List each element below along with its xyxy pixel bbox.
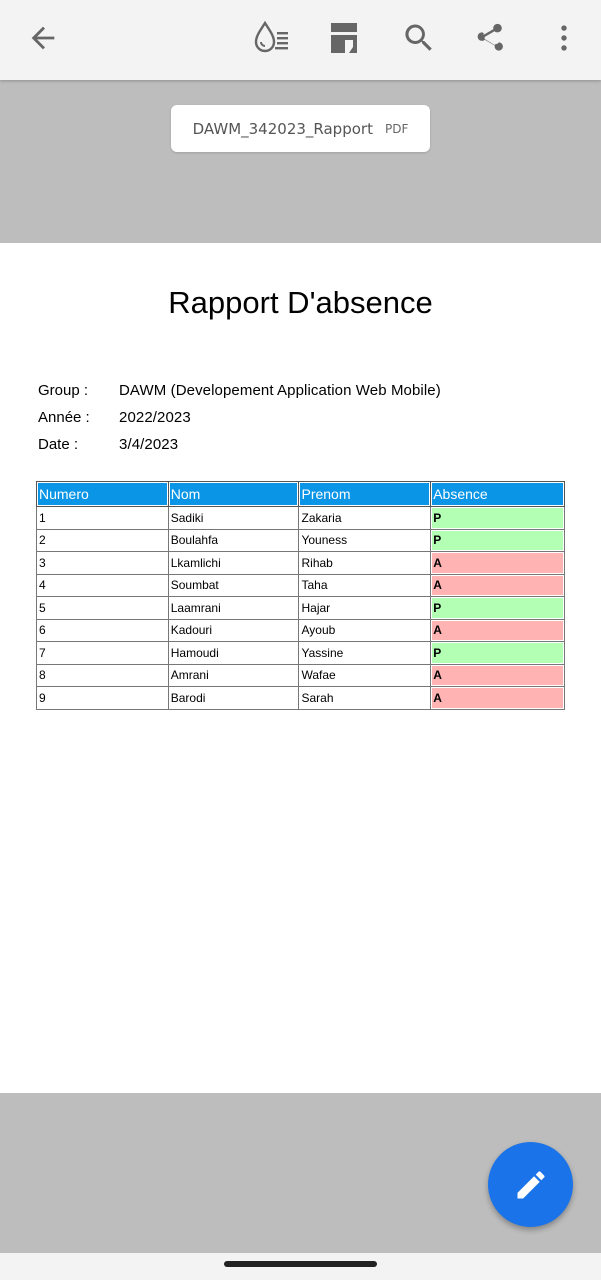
meta-value: 3/4/2023 (119, 436, 179, 453)
table-row: 9 Barodi Sarah A (36, 686, 565, 710)
table-cell: Sadiki (167, 506, 300, 530)
file-name: DAWM_342023_Rapport (192, 119, 373, 138)
table-cell: 8 (36, 663, 169, 687)
document-icon[interactable] (324, 18, 364, 58)
column-header: Numero (36, 481, 169, 507)
meta-label: Group : (38, 382, 89, 399)
absence-status-cell: A (430, 663, 565, 687)
table-cell: Sarah (298, 686, 432, 710)
search-icon[interactable] (399, 18, 439, 58)
table-cell: Taha (298, 573, 432, 597)
liquid-mode-icon[interactable] (251, 18, 291, 58)
column-header: Prenom (298, 481, 432, 507)
meta-label: Date : (38, 436, 79, 453)
table-row: 1 Sadiki Zakaria P (36, 506, 565, 530)
table-cell: 3 (36, 551, 169, 575)
table-cell: Kadouri (167, 618, 300, 642)
table-row: 4 Soumbat Taha A (36, 573, 565, 597)
table-row: 5 Laamrani Hajar P (36, 596, 565, 620)
table-row: 2 Boulahfa Youness P (36, 528, 565, 552)
table-cell: Hamoudi (167, 641, 300, 665)
absence-status-cell: P (430, 596, 565, 620)
table-row: 6 Kadouri Ayoub A (36, 618, 565, 642)
table-cell: 4 (36, 573, 169, 597)
meta-value: 2022/2023 (119, 409, 191, 426)
table-cell: Wafae (298, 663, 432, 687)
table-cell: 7 (36, 641, 169, 665)
table-cell: Yassine (298, 641, 432, 665)
file-type-label: PDF (384, 121, 409, 136)
table-row: 8 Amrani Wafae A (36, 663, 565, 687)
table-cell: Rihab (298, 551, 432, 575)
document-title: Rapport D'absence (168, 285, 433, 320)
table-cell: Youness (298, 528, 432, 552)
edit-fab-button[interactable] (488, 1142, 573, 1227)
table-cell: Soumbat (167, 573, 300, 597)
file-name-chip[interactable]: DAWM_342023_Rapport PDF (171, 105, 430, 152)
column-header: Nom (167, 481, 300, 507)
more-vert-icon[interactable] (544, 18, 584, 58)
meta-value: DAWM (Developement Application Web Mobil… (119, 382, 441, 399)
table-cell: Ayoub (298, 618, 432, 642)
absence-table: Numero Nom Prenom Absence 1 Sadiki Zakaria… (36, 481, 565, 710)
table-row: 7 Hamoudi Yassine P (36, 641, 565, 665)
table-row: 3 Lkamlichi Rihab A (36, 551, 565, 575)
share-icon[interactable] (469, 18, 509, 58)
top-toolbar (0, 0, 601, 80)
table-cell: Barodi (167, 686, 300, 710)
meta-label: Année : (38, 409, 90, 426)
table-cell: Laamrani (167, 596, 300, 620)
table-cell: Zakaria (298, 506, 432, 530)
table-cell: Lkamlichi (167, 551, 300, 575)
pencil-icon (517, 1170, 544, 1198)
table-header-row: Numero Nom Prenom Absence (36, 481, 565, 507)
back-arrow-icon[interactable] (23, 18, 63, 58)
table-cell: 6 (36, 618, 169, 642)
absence-status-cell: A (430, 686, 565, 710)
table-cell: 9 (36, 686, 169, 710)
absence-status-cell: P (430, 528, 565, 552)
absence-status-cell: A (430, 618, 565, 642)
table-cell: Amrani (167, 663, 300, 687)
absence-status-cell: A (430, 573, 565, 597)
home-gesture-handle[interactable] (224, 1261, 377, 1267)
table-cell: 2 (36, 528, 169, 552)
absence-status-cell: P (430, 506, 565, 530)
absence-status-cell: P (430, 641, 565, 665)
table-cell: 5 (36, 596, 169, 620)
absence-status-cell: A (430, 551, 565, 575)
table-cell: 1 (36, 506, 169, 530)
table-cell: Hajar (298, 596, 432, 620)
column-header: Absence (430, 481, 565, 507)
table-cell: Boulahfa (167, 528, 300, 552)
